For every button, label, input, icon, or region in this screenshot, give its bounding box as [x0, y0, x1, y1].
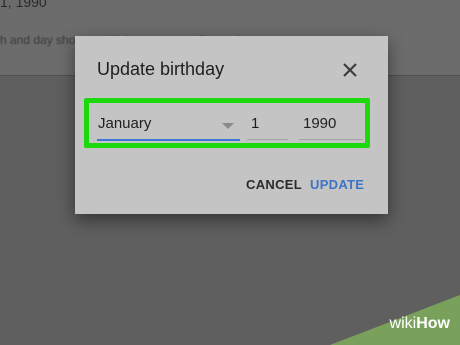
watermark-how: How	[416, 315, 450, 332]
day-value: 1	[251, 115, 260, 132]
update-birthday-dialog: Update birthday January 1 1990 CANCEL UP…	[75, 36, 388, 214]
watermark-wiki: wiki	[389, 315, 417, 332]
wikihow-watermark: wikiHow	[390, 315, 450, 333]
dropdown-caret-icon	[222, 123, 234, 129]
year-value: 1990	[303, 115, 337, 132]
update-button[interactable]: UPDATE	[310, 177, 364, 192]
day-input[interactable]: 1	[247, 115, 288, 140]
close-icon[interactable]	[340, 60, 360, 80]
month-select[interactable]: January	[97, 115, 240, 141]
background-birthday-text: 1, 1990	[0, 0, 47, 10]
month-value: January	[98, 115, 152, 132]
dialog-title: Update birthday	[97, 59, 225, 79]
year-input[interactable]: 1990	[299, 115, 363, 140]
cancel-button[interactable]: CANCEL	[246, 177, 302, 192]
